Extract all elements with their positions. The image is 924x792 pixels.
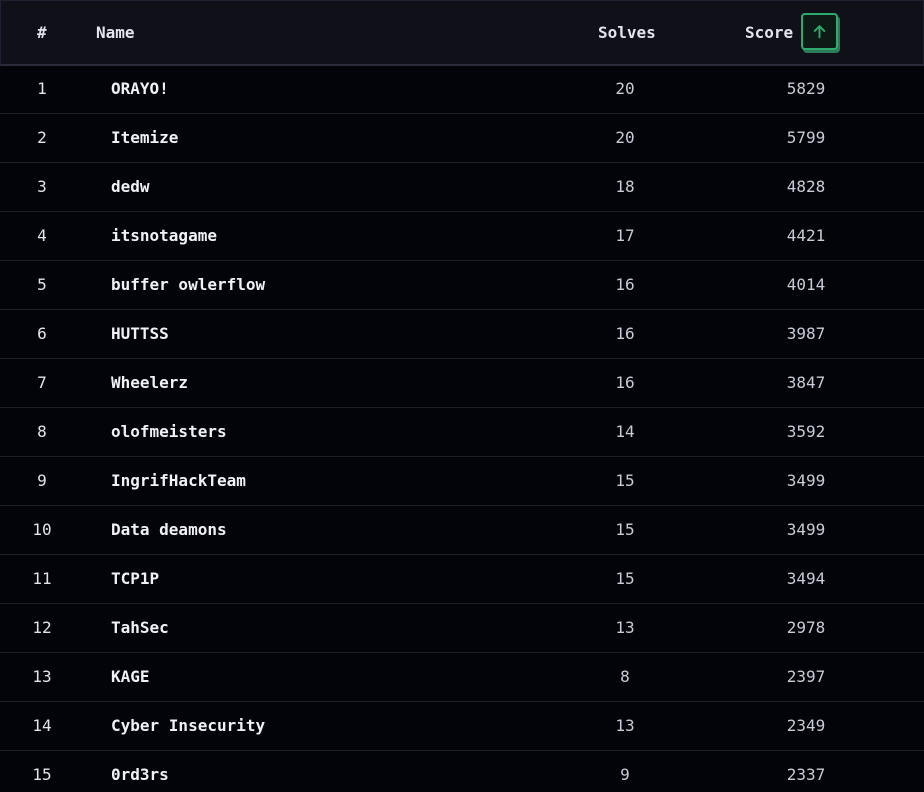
team-name-link[interactable]: Wheelerz [111,359,188,407]
table-row: 12 TahSec 13 2978 [0,604,924,653]
solves-cell: 15 [615,520,635,539]
team-name-link[interactable]: 0rd3rs [111,751,169,792]
rank-cell: 12 [32,618,52,637]
rank-cell: 8 [37,422,47,441]
score-cell: 2397 [786,667,826,686]
score-cell: 2349 [786,716,826,735]
table-row: 1 ORAYO! 20 5829 [0,65,924,114]
score-cell: 3592 [786,422,826,441]
table-row: 6 HUTTSS 16 3987 [0,310,924,359]
score-cell: 2978 [786,618,826,637]
solves-cell: 13 [615,618,635,637]
table-row: 2 Itemize 20 5799 [0,114,924,163]
score-cell: 5799 [786,128,826,147]
team-name-link[interactable]: buffer owlerflow [111,261,265,309]
solves-cell: 15 [615,569,635,588]
solves-cell: 16 [615,324,635,343]
team-name-link[interactable]: itsnotagame [111,212,217,260]
team-name-link[interactable]: Cyber Insecurity [111,702,265,750]
rank-cell: 4 [37,226,47,245]
solves-cell: 16 [615,373,635,392]
table-body: 1 ORAYO! 20 5829 2 Itemize 20 5799 3 dedw 18 4828 4 i… [0,65,924,792]
score-cell: 3847 [786,373,826,392]
solves-cell: 15 [615,471,635,490]
table-row: 7 Wheelerz 16 3847 [0,359,924,408]
rank-cell: 3 [37,177,47,196]
score-cell: 3494 [786,569,826,588]
solves-cell: 20 [615,128,635,147]
rank-column-header: # [37,23,47,42]
team-name-link[interactable]: HUTTSS [111,310,169,358]
table-row: 13 KAGE 8 2397 [0,653,924,702]
rank-cell: 6 [37,324,47,343]
score-cell: 2337 [786,765,826,784]
rank-cell: 10 [32,520,52,539]
table-row: 9 IngrifHackTeam 15 3499 [0,457,924,506]
score-cell: 4828 [786,177,826,196]
solves-cell: 16 [615,275,635,294]
team-name-link[interactable]: TCP1P [111,555,159,603]
table-header: # Name Solves Score [0,0,924,66]
team-name-link[interactable]: olofmeisters [111,408,227,456]
scoreboard: # Name Solves Score 1 ORAYO! 20 5829 2 Itemiz… [0,0,924,792]
score-sort-button[interactable] [801,13,838,50]
table-row: 4 itsnotagame 17 4421 [0,212,924,261]
team-name-link[interactable]: Data deamons [111,506,227,554]
solves-cell: 14 [615,422,635,441]
team-name-link[interactable]: Itemize [111,114,178,162]
table-row: 8 olofmeisters 14 3592 [0,408,924,457]
rank-cell: 2 [37,128,47,147]
score-cell: 4421 [786,226,826,245]
solves-cell: 18 [615,177,635,196]
team-name-link[interactable]: TahSec [111,604,169,652]
table-row: 11 TCP1P 15 3494 [0,555,924,604]
solves-cell: 17 [615,226,635,245]
team-name-link[interactable]: dedw [111,163,150,211]
table-row: 5 buffer owlerflow 16 4014 [0,261,924,310]
score-column-header[interactable]: Score [745,1,793,64]
solves-column-header[interactable]: Solves [598,1,656,64]
rank-cell: 13 [32,667,52,686]
score-cell: 3499 [786,520,826,539]
name-column-header[interactable]: Name [96,1,135,64]
score-cell: 5829 [786,79,826,98]
rank-cell: 15 [32,765,52,784]
solves-cell: 8 [620,667,630,686]
table-row: 15 0rd3rs 9 2337 [0,751,924,792]
table-row: 10 Data deamons 15 3499 [0,506,924,555]
table-row: 14 Cyber Insecurity 13 2349 [0,702,924,751]
rank-cell: 7 [37,373,47,392]
rank-cell: 9 [37,471,47,490]
solves-cell: 13 [615,716,635,735]
score-cell: 4014 [786,275,826,294]
rank-cell: 5 [37,275,47,294]
solves-cell: 20 [615,79,635,98]
rank-cell: 1 [37,79,47,98]
table-row: 3 dedw 18 4828 [0,163,924,212]
team-name-link[interactable]: IngrifHackTeam [111,457,246,505]
rank-cell: 11 [32,569,52,588]
rank-cell: 14 [32,716,52,735]
score-cell: 3499 [786,471,826,490]
team-name-link[interactable]: KAGE [111,653,150,701]
score-cell: 3987 [786,324,826,343]
solves-cell: 9 [620,765,630,784]
arrow-up-icon [813,25,826,39]
team-name-link[interactable]: ORAYO! [111,65,169,113]
